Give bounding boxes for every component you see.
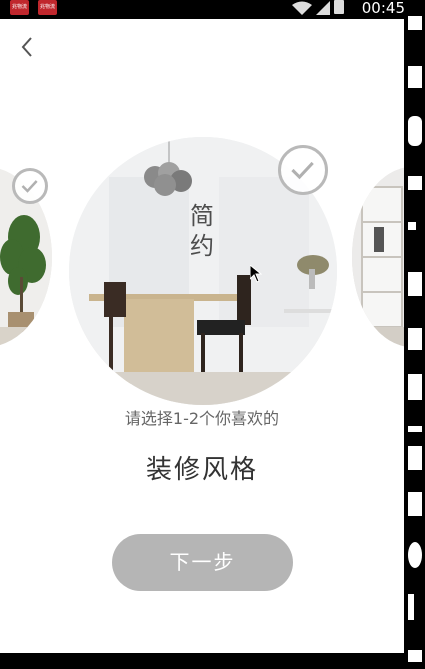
volume-down-icon[interactable] bbox=[408, 222, 416, 230]
status-bar: 兆物流 兆物流 00:45 bbox=[0, 0, 425, 19]
bottom-bar bbox=[0, 653, 425, 669]
chevron-left-icon bbox=[21, 37, 32, 57]
battery-icon bbox=[334, 0, 344, 14]
battery-tool-icon[interactable] bbox=[408, 176, 422, 190]
selection-prompt: 请选择1-2个你喜欢的 bbox=[124, 409, 280, 428]
style-image bbox=[352, 167, 404, 347]
more-icon[interactable] bbox=[408, 426, 422, 432]
back-button[interactable] bbox=[14, 33, 42, 61]
app-icon: 兆物流 bbox=[38, 0, 57, 15]
style-selection-screen: 简约 请选择1-2个你喜欢的 装修风格 下一步 bbox=[0, 19, 404, 653]
mouse-cursor-icon bbox=[250, 265, 262, 283]
screenshot-icon[interactable] bbox=[408, 16, 422, 30]
style-card-right[interactable] bbox=[352, 167, 404, 347]
fullscreen-icon[interactable] bbox=[408, 594, 414, 620]
volume-mute-icon[interactable] bbox=[408, 492, 422, 516]
phone-icon[interactable] bbox=[408, 374, 422, 400]
signal-icon bbox=[316, 1, 330, 15]
camera-icon[interactable] bbox=[408, 116, 422, 146]
app-icon: 兆物流 bbox=[10, 0, 29, 15]
wifi-icon bbox=[292, 1, 312, 15]
volume-icon[interactable] bbox=[408, 446, 422, 470]
next-step-button[interactable]: 下一步 bbox=[112, 534, 293, 591]
gps-icon[interactable] bbox=[408, 66, 422, 88]
network-icon[interactable] bbox=[408, 328, 422, 350]
check-circle-icon[interactable] bbox=[278, 145, 328, 195]
emulator-toolbar bbox=[404, 0, 425, 669]
status-time: 00:45 bbox=[361, 0, 405, 17]
back-arrow-icon[interactable] bbox=[408, 650, 422, 662]
rotate-icon[interactable] bbox=[408, 272, 422, 296]
power-icon[interactable] bbox=[408, 542, 422, 568]
page-title: 装修风格 bbox=[145, 455, 258, 485]
style-name-label: 简约 bbox=[190, 202, 216, 260]
check-circle-icon[interactable] bbox=[12, 168, 48, 204]
